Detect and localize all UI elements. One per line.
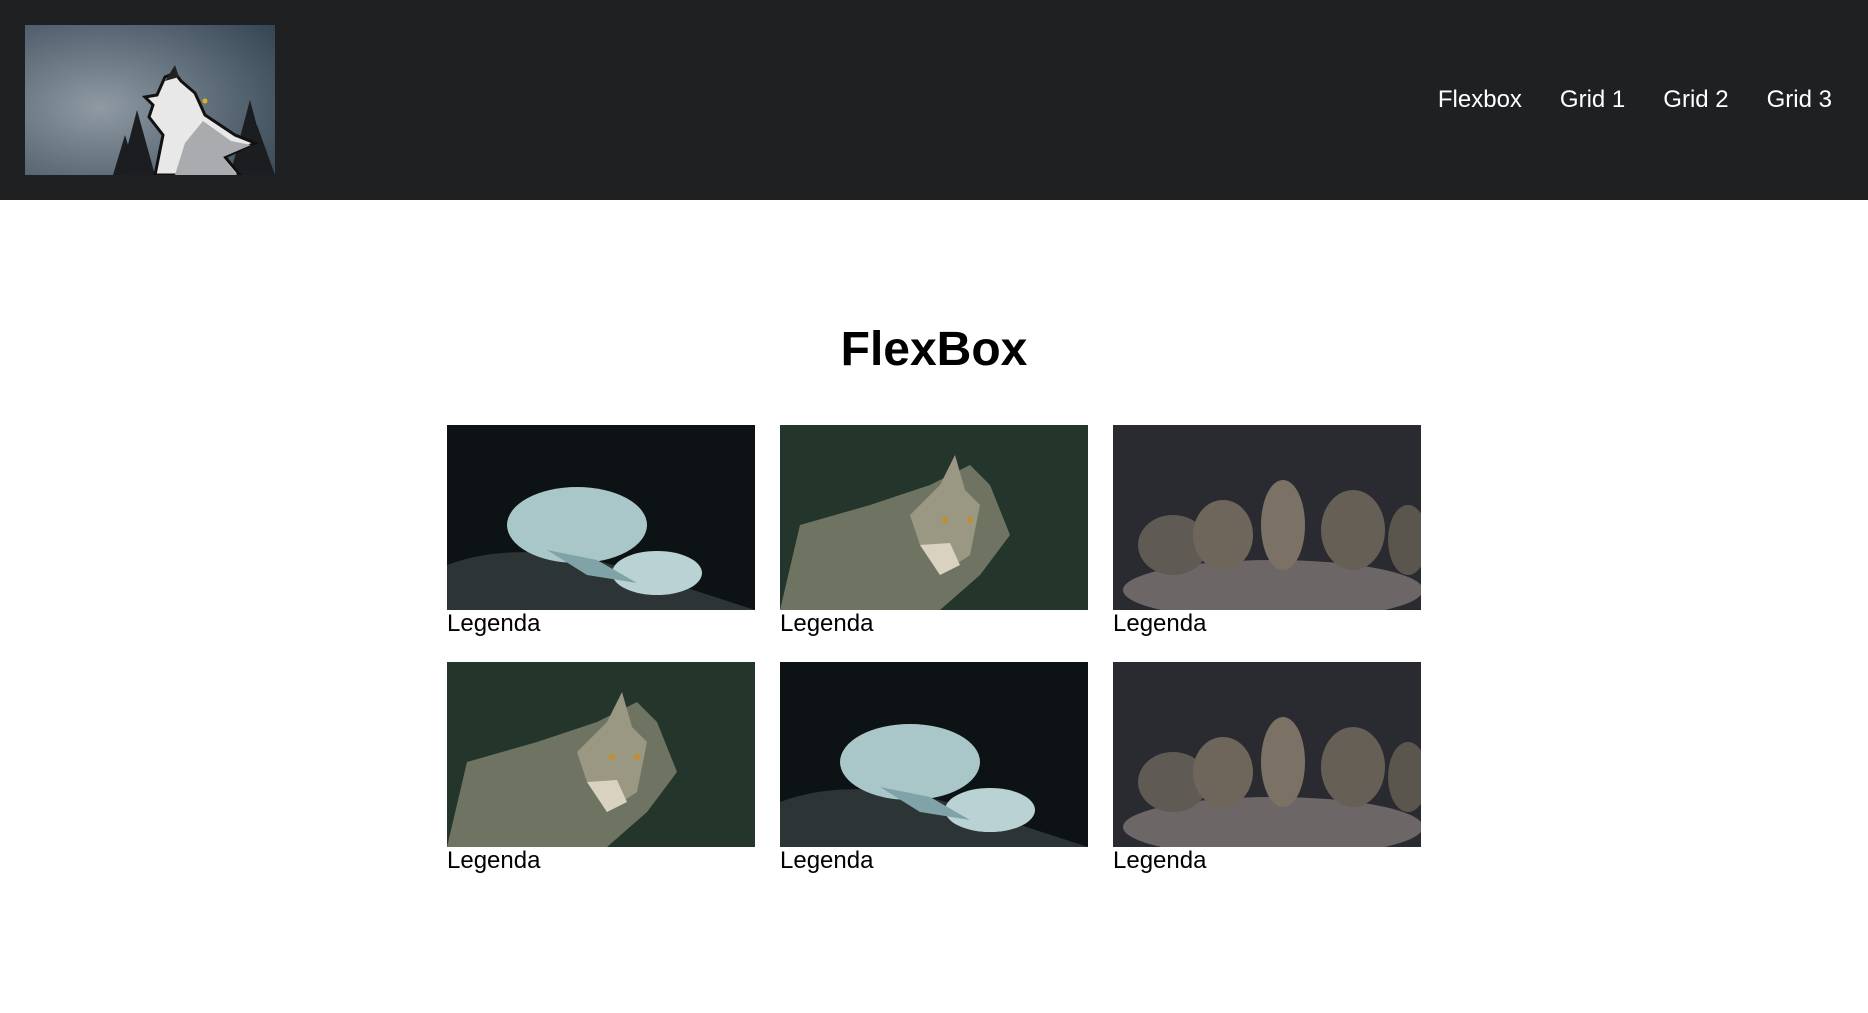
gallery-card: Legenda [1113, 425, 1421, 638]
nav-link-grid-3[interactable]: Grid 3 [1767, 84, 1832, 116]
image-caption: Legenda [780, 847, 874, 874]
page-title: FlexBox [840, 323, 1028, 376]
nav-link-grid-2[interactable]: Grid 2 [1663, 84, 1728, 116]
gallery-card: Legenda [780, 425, 1088, 638]
gallery-card: Legenda [447, 425, 755, 638]
main-nav: Flexbox Grid 1 Grid 2 Grid 3 [1400, 84, 1832, 116]
image-caption: Legenda [780, 610, 874, 637]
image-caption: Legenda [1113, 847, 1207, 874]
wolf-pack-rocks-image [1113, 662, 1421, 847]
image-caption: Legenda [447, 610, 541, 637]
image-caption: Legenda [447, 847, 541, 874]
howling-wolf-icon [25, 25, 275, 175]
grey-wolf-portrait-image [780, 425, 1088, 610]
grey-wolf-portrait-image [447, 662, 755, 847]
gallery-card: Legenda [780, 662, 1088, 875]
white-wolf-lying-image [447, 425, 755, 610]
white-wolf-lying-image [780, 662, 1088, 847]
image-caption: Legenda [1113, 610, 1207, 637]
nav-link-flexbox[interactable]: Flexbox [1438, 84, 1522, 116]
gallery-card: Legenda [447, 662, 755, 875]
gallery-card: Legenda [1113, 662, 1421, 875]
wolf-logo[interactable] [25, 25, 275, 175]
wolf-pack-rocks-image [1113, 425, 1421, 610]
image-gallery: Legenda Legenda Legenda Legenda Legenda … [447, 425, 1423, 875]
site-header: Flexbox Grid 1 Grid 2 Grid 3 [0, 0, 1868, 200]
nav-link-grid-1[interactable]: Grid 1 [1560, 84, 1625, 116]
